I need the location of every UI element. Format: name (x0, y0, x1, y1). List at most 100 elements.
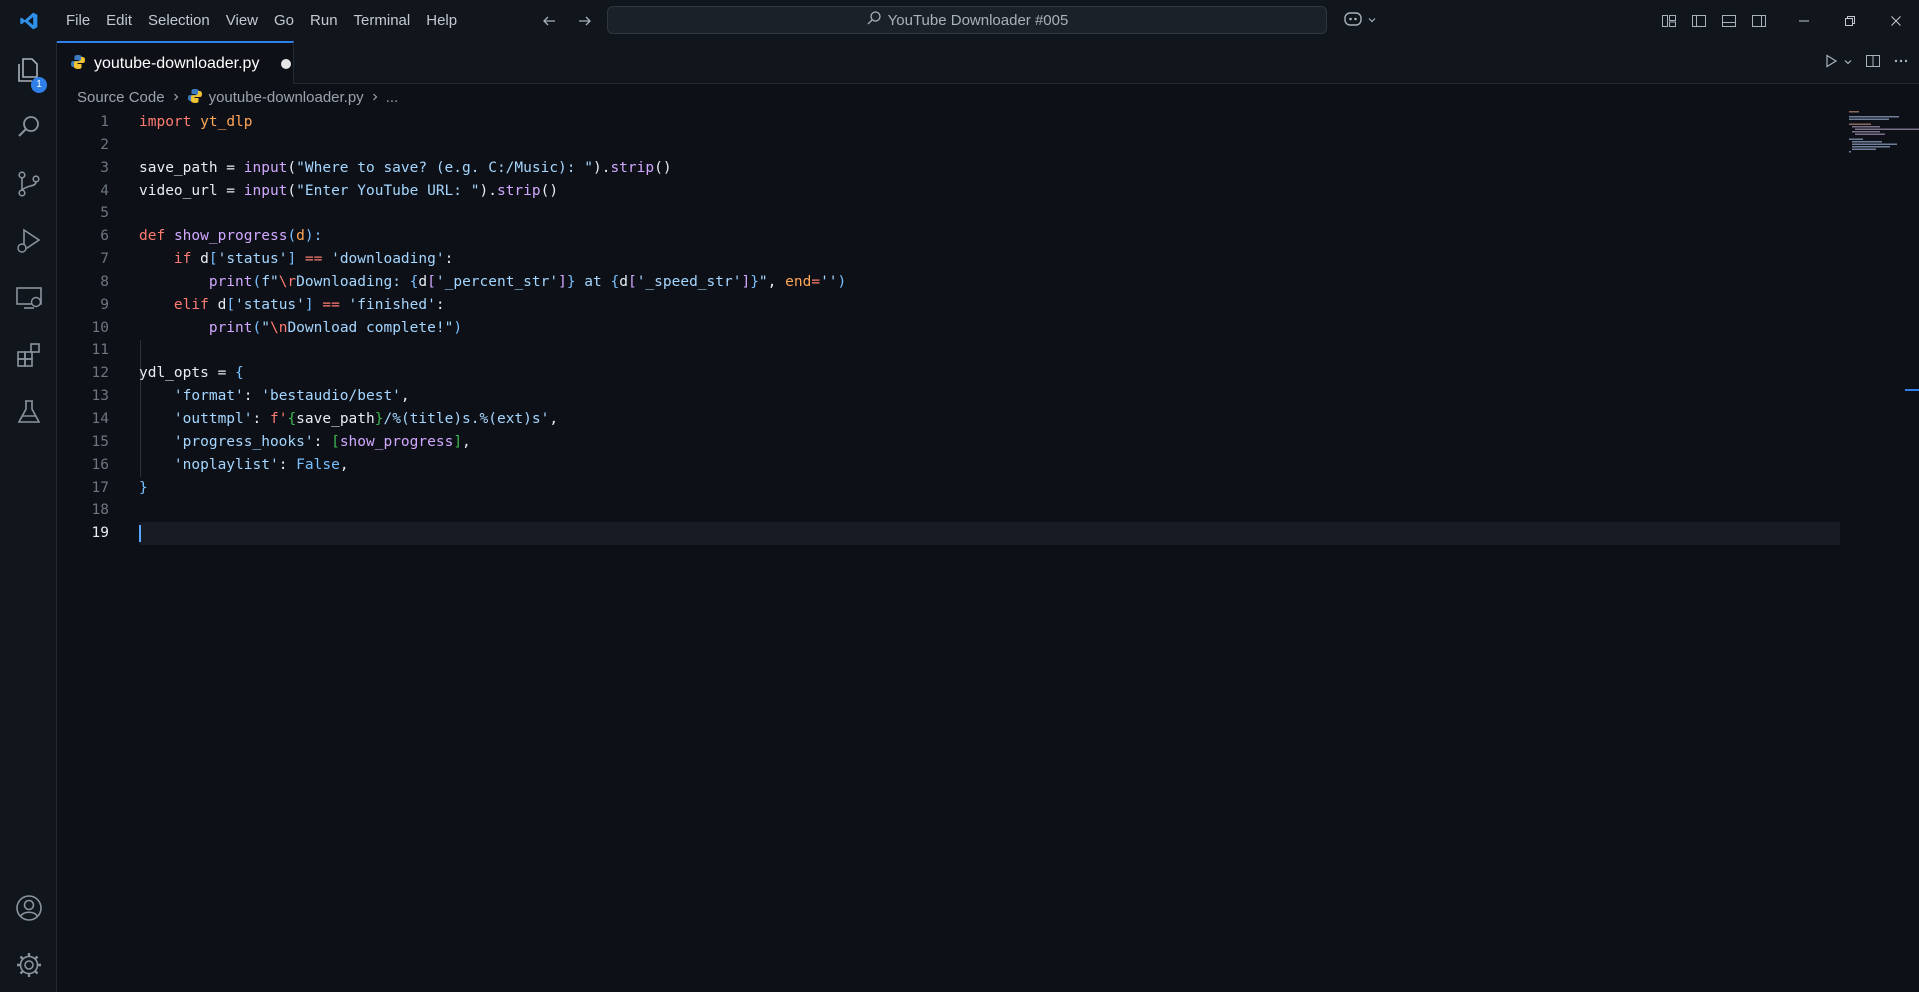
token: : (313, 433, 332, 450)
customize-layout-icon[interactable] (1658, 10, 1680, 32)
menu-bar: File Edit Selection View Go Run Terminal… (58, 0, 465, 41)
line-number: 12 (91, 365, 109, 382)
token: ). (479, 182, 497, 199)
code-line: 'format': 'bestaudio/best', (139, 385, 1839, 408)
code-line: 'noplaylist': False, (139, 454, 1839, 477)
token: d (418, 273, 428, 290)
menu-view[interactable]: View (218, 0, 266, 41)
search-icon (14, 112, 44, 145)
back-arrow-icon[interactable] (538, 10, 560, 32)
split-editor-icon[interactable] (1865, 53, 1881, 72)
activity-testing[interactable] (0, 389, 57, 437)
line-number-gutter: 1 2 3 4 5 6 7 8 9 10 11 12 13 14 15 16 1… (57, 111, 109, 545)
chevron-down-icon (1367, 13, 1377, 28)
token: () (540, 182, 559, 199)
activity-accounts[interactable] (0, 885, 57, 933)
activity-explorer[interactable]: 1 (0, 47, 57, 95)
menu-terminal[interactable]: Terminal (346, 0, 419, 41)
token: == (296, 251, 332, 268)
code-line: def show_progress(d): (139, 225, 1839, 248)
scrollbar-cursor-marker (1905, 389, 1919, 391)
activity-manage[interactable] (0, 942, 57, 990)
unsaved-dot-icon[interactable] (281, 58, 292, 69)
close-icon[interactable] (1873, 0, 1919, 41)
token: ( (287, 228, 297, 245)
title-bar: File Edit Selection View Go Run Terminal… (0, 0, 1919, 41)
token: } (750, 273, 759, 290)
activity-search[interactable] (0, 104, 57, 152)
copilot-menu[interactable] (1342, 9, 1377, 32)
forward-arrow-icon[interactable] (574, 10, 596, 32)
token: \n (269, 319, 288, 336)
line-number: 4 (100, 182, 109, 199)
line-number: 8 (100, 273, 109, 290)
token: import (139, 114, 192, 130)
line-number-active: 19 (91, 525, 109, 542)
token: , (549, 410, 559, 427)
line-number: 18 (91, 502, 109, 519)
code-line: save_path = input("Where to save? (e.g. … (139, 157, 1839, 180)
token: print (208, 319, 253, 336)
token: 'status' (217, 251, 288, 268)
code-editor[interactable]: 1 2 3 4 5 6 7 8 9 10 11 12 13 14 15 16 1… (57, 111, 1919, 992)
line-number: 5 (100, 205, 109, 222)
menu-run[interactable]: Run (302, 0, 346, 41)
more-actions-icon[interactable] (1893, 53, 1909, 72)
menu-file[interactable]: File (58, 0, 98, 41)
run-options-chevron-icon[interactable] (1843, 55, 1853, 70)
layout-controls (1658, 0, 1770, 41)
activity-source-control[interactable] (0, 161, 57, 209)
run-python-file-icon[interactable] (1823, 53, 1839, 72)
tab-youtube-downloader[interactable]: youtube-downloader.py (57, 41, 294, 84)
token: "Enter YouTube URL: " (296, 182, 480, 199)
token: ydl_opts = (139, 365, 236, 382)
command-center-search[interactable]: YouTube Downloader #005 (607, 6, 1327, 34)
activity-run-debug[interactable] (0, 218, 57, 266)
code-line: ydl_opts = { (139, 362, 1839, 385)
token: f' (269, 410, 288, 427)
menu-selection[interactable]: Selection (140, 0, 218, 41)
token: : (444, 251, 454, 268)
code-line: print("\nDownload complete!") (139, 317, 1839, 340)
activity-remote-explorer[interactable] (0, 275, 57, 323)
toggle-primary-sidebar-icon[interactable] (1688, 10, 1710, 32)
line-number: 3 (100, 159, 109, 176)
search-icon (866, 10, 882, 30)
menu-go[interactable]: Go (266, 0, 302, 41)
code-line-current[interactable] (139, 522, 1839, 545)
token: "Where to save? (e.g. C:/Music): " (296, 159, 593, 176)
menu-help[interactable]: Help (418, 0, 465, 41)
vscode-logo-icon (0, 0, 58, 41)
restore-icon[interactable] (1827, 0, 1873, 41)
toggle-secondary-sidebar-icon[interactable] (1748, 10, 1770, 32)
token: 'outtmpl' (173, 410, 253, 427)
toggle-panel-icon[interactable] (1718, 10, 1740, 32)
token: = (811, 273, 821, 290)
minimize-icon[interactable] (1781, 0, 1827, 41)
line-number: 16 (91, 456, 109, 473)
line-number: 14 (91, 410, 109, 427)
minimap[interactable] (1847, 111, 1919, 171)
activity-extensions[interactable] (0, 332, 57, 380)
line-number: 17 (91, 479, 109, 496)
explorer-badge: 1 (31, 77, 47, 93)
breadcrumb-folder[interactable]: Source Code (77, 89, 165, 106)
breadcrumb-file[interactable]: youtube-downloader.py (209, 89, 364, 106)
token: , (339, 456, 349, 473)
token: 'progress_hooks' (173, 433, 314, 450)
token: ( (287, 159, 297, 176)
token: 'format' (173, 388, 244, 405)
line-number: 7 (100, 251, 109, 268)
token: [ (208, 251, 218, 268)
token: if (173, 251, 192, 268)
token: ( (252, 319, 262, 336)
menu-edit[interactable]: Edit (98, 0, 140, 41)
token: \r (278, 273, 297, 290)
line-number: 10 (91, 319, 109, 336)
token: show_progress (173, 228, 288, 245)
breadcrumb-symbols[interactable]: ... (386, 89, 399, 106)
breadcrumb: Source Code youtube-downloader.py ... (57, 84, 1919, 111)
token: 'downloading' (331, 251, 445, 268)
token: input (243, 159, 288, 176)
